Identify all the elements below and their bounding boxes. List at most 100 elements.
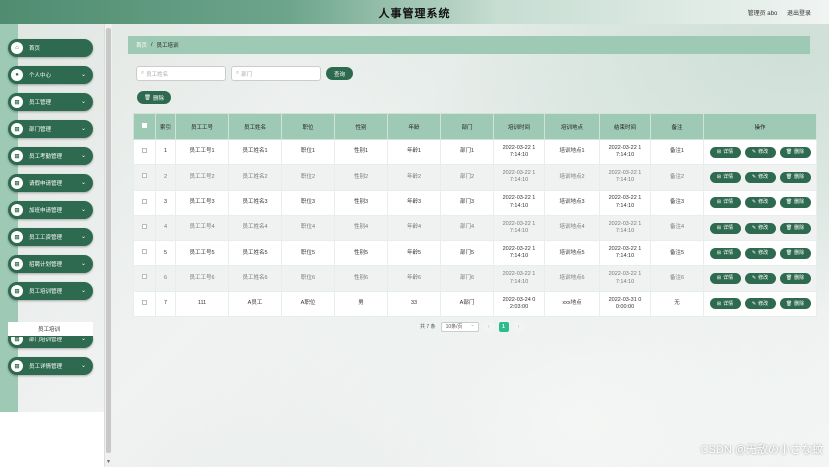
details-button[interactable]: ⊞ 详情 bbox=[709, 298, 741, 310]
employee-name-search-input[interactable]: ⌕ 员工姓名 bbox=[136, 66, 226, 81]
row-checkbox[interactable] bbox=[142, 249, 147, 255]
detail-icon: ⊞ bbox=[716, 275, 722, 282]
table-cell: 2022-03-22 1 7:14:10 bbox=[599, 240, 651, 267]
edit-button[interactable]: ✎ 修改 bbox=[744, 197, 776, 209]
edit-button[interactable]: ✎ 修改 bbox=[744, 298, 776, 310]
column-header: 职位 bbox=[281, 113, 335, 140]
sidebar-item-10[interactable]: ⊞ 员工培训管理 ⌄ bbox=[8, 282, 93, 300]
sidebar-item-12[interactable]: ⊞ 员工详情管理 ⌄ bbox=[8, 357, 93, 375]
submenu-item-employee-training[interactable]: 员工培训 bbox=[8, 322, 93, 337]
table-cell: 2022-03-22 1 7:14:10 bbox=[493, 138, 545, 166]
delete-button-label: 删除 bbox=[794, 275, 805, 282]
table-row: 4 员工工号4 员工姓名4 职位4 性别4 年龄4 部门4 2022-03-22 1 7:14… bbox=[133, 214, 817, 242]
edit-button[interactable]: ✎ 修改 bbox=[744, 146, 776, 158]
table-cell: 年龄4 bbox=[387, 214, 441, 242]
sidebar-item-4[interactable]: ⊞ 部门管理 ⌄ bbox=[8, 120, 93, 138]
delete-button[interactable]: 🗑 删除 bbox=[779, 171, 811, 183]
table-cell: 2 bbox=[155, 164, 176, 191]
sidebar-scrollbar[interactable]: ▼ bbox=[104, 24, 112, 467]
row-checkbox[interactable] bbox=[142, 223, 147, 229]
column-header: 性别 bbox=[334, 113, 388, 140]
row-checkbox[interactable] bbox=[142, 198, 147, 204]
row-actions: ⊞ 详情 ✎ 修改 🗑 删除 bbox=[704, 247, 816, 259]
table-cell: 性别3 bbox=[334, 189, 388, 216]
sidebar-item-7[interactable]: ⊞ 加班申请管理 ⌄ bbox=[8, 201, 93, 219]
table-cell: 员工工号5 bbox=[175, 240, 229, 267]
details-button[interactable]: ⊞ 详情 bbox=[709, 146, 741, 158]
table-cell: 备注3 bbox=[650, 189, 704, 216]
delete-button[interactable]: 🗑 删除 bbox=[779, 146, 811, 158]
column-header: 员工姓名 bbox=[228, 113, 282, 140]
details-button[interactable]: ⊞ 详情 bbox=[709, 171, 741, 183]
next-page-button[interactable]: › bbox=[513, 321, 524, 332]
logout-link[interactable]: 退出登录 bbox=[787, 11, 811, 17]
breadcrumb-home[interactable]: 首页 bbox=[136, 41, 147, 49]
table-cell: 7 bbox=[155, 290, 176, 318]
row-checkbox[interactable] bbox=[142, 147, 147, 153]
delete-button[interactable]: 🗑 删除 bbox=[779, 247, 811, 259]
page-size-select[interactable]: 10条/页 bbox=[440, 321, 479, 332]
grid-icon: ⊞ bbox=[11, 123, 23, 135]
sidebar-item-label: 员工管理 bbox=[29, 100, 52, 106]
scroll-down-icon[interactable]: ▼ bbox=[106, 459, 111, 465]
total-count: 共 7 条 bbox=[420, 324, 436, 330]
details-button[interactable]: ⊞ 详情 bbox=[709, 197, 741, 209]
row-select-cell bbox=[133, 290, 156, 318]
column-header: 员工工号 bbox=[175, 113, 229, 140]
edit-button-label: 修改 bbox=[758, 249, 769, 256]
table-cell: 性别6 bbox=[334, 265, 388, 292]
row-checkbox[interactable] bbox=[142, 299, 147, 305]
sidebar-item-2[interactable]: ● 个人中心 ⌄ bbox=[8, 66, 93, 84]
details-button[interactable]: ⊞ 详情 bbox=[709, 247, 741, 259]
sidebar-item-5[interactable]: ⊞ 员工考勤管理 ⌄ bbox=[8, 147, 93, 165]
table-header-row: 索引 员工工号 员工姓名 职位 性别 年龄 部门 培训时间 培训地点 结束时间 备注 操作 bbox=[133, 113, 817, 140]
row-select-cell bbox=[133, 214, 156, 242]
prev-page-button[interactable]: ‹ bbox=[483, 321, 494, 332]
edit-button[interactable]: ✎ 修改 bbox=[744, 171, 776, 183]
sidebar-item-8[interactable]: ⊞ 员工工资管理 ⌄ bbox=[8, 228, 93, 246]
table-cell: 111 bbox=[175, 290, 229, 318]
edit-button[interactable]: ✎ 修改 bbox=[744, 247, 776, 259]
sidebar-bottom bbox=[0, 412, 104, 467]
sidebar-item-label: 加班申请管理 bbox=[29, 208, 63, 214]
details-button[interactable]: ⊞ 详情 bbox=[709, 222, 741, 234]
delete-button[interactable]: 🗑 删除 bbox=[779, 197, 811, 209]
table-cell: 备注6 bbox=[650, 265, 704, 292]
query-button[interactable]: 查询 bbox=[326, 67, 353, 80]
sidebar-item-9[interactable]: ⊞ 招聘计划管理 ⌄ bbox=[8, 255, 93, 273]
chevron-down-icon: ⌄ bbox=[80, 207, 86, 213]
sidebar-item-3[interactable]: ⊞ 员工管理 ⌄ bbox=[8, 93, 93, 111]
chevron-down-icon: ⌄ bbox=[80, 99, 86, 105]
sidebar-item-6[interactable]: ⊞ 请假申请管理 ⌄ bbox=[8, 174, 93, 192]
table-cell: 33 bbox=[387, 290, 441, 318]
edit-button[interactable]: ✎ 修改 bbox=[744, 273, 776, 285]
delete-button[interactable]: 🗑 删除 bbox=[779, 222, 811, 234]
select-all-checkbox[interactable] bbox=[142, 123, 147, 128]
training-table: 索引 员工工号 员工姓名 职位 性别 年龄 部门 培训时间 培训地点 结束时间 备注 操作 1 员工工号… bbox=[133, 113, 817, 318]
table-cell: 2022-03-22 1 7:14:10 bbox=[493, 265, 545, 292]
row-checkbox[interactable] bbox=[142, 173, 147, 179]
table-cell: 员工工号6 bbox=[175, 265, 229, 292]
delete-button[interactable]: 🗑 删除 bbox=[779, 298, 811, 310]
batch-delete-button[interactable]: 🗑 删除 bbox=[137, 91, 171, 104]
scrollbar-thumb[interactable] bbox=[106, 28, 111, 453]
page-1-button[interactable]: 1 bbox=[498, 321, 509, 332]
details-button[interactable]: ⊞ 详情 bbox=[709, 273, 741, 285]
employee-name-placeholder: 员工姓名 bbox=[146, 71, 169, 78]
table-cell: 员工姓名1 bbox=[228, 138, 282, 166]
table-cell: 年龄2 bbox=[387, 164, 441, 191]
sidebar-item-label: 员工工资管理 bbox=[29, 235, 63, 241]
row-checkbox[interactable] bbox=[142, 274, 147, 280]
sidebar-item-label: 员工详情管理 bbox=[29, 364, 63, 370]
actions-cell: ⊞ 详情 ✎ 修改 🗑 删除 bbox=[703, 138, 817, 166]
edit-button[interactable]: ✎ 修改 bbox=[744, 222, 776, 234]
sidebar-item-1[interactable]: ⌂ 首页 bbox=[8, 39, 93, 57]
table-cell: 培训地点2 bbox=[544, 164, 600, 191]
delete-button[interactable]: 🗑 删除 bbox=[779, 273, 811, 285]
department-search-input[interactable]: ⌕ 部门 bbox=[231, 66, 321, 81]
actions-cell: ⊞ 详情 ✎ 修改 🗑 删除 bbox=[703, 290, 817, 318]
table-cell: 年龄3 bbox=[387, 189, 441, 216]
table-cell: 性别5 bbox=[334, 240, 388, 267]
actions-cell: ⊞ 详情 ✎ 修改 🗑 删除 bbox=[703, 189, 817, 216]
table-cell: 2022-03-22 1 7:14:10 bbox=[599, 138, 651, 166]
